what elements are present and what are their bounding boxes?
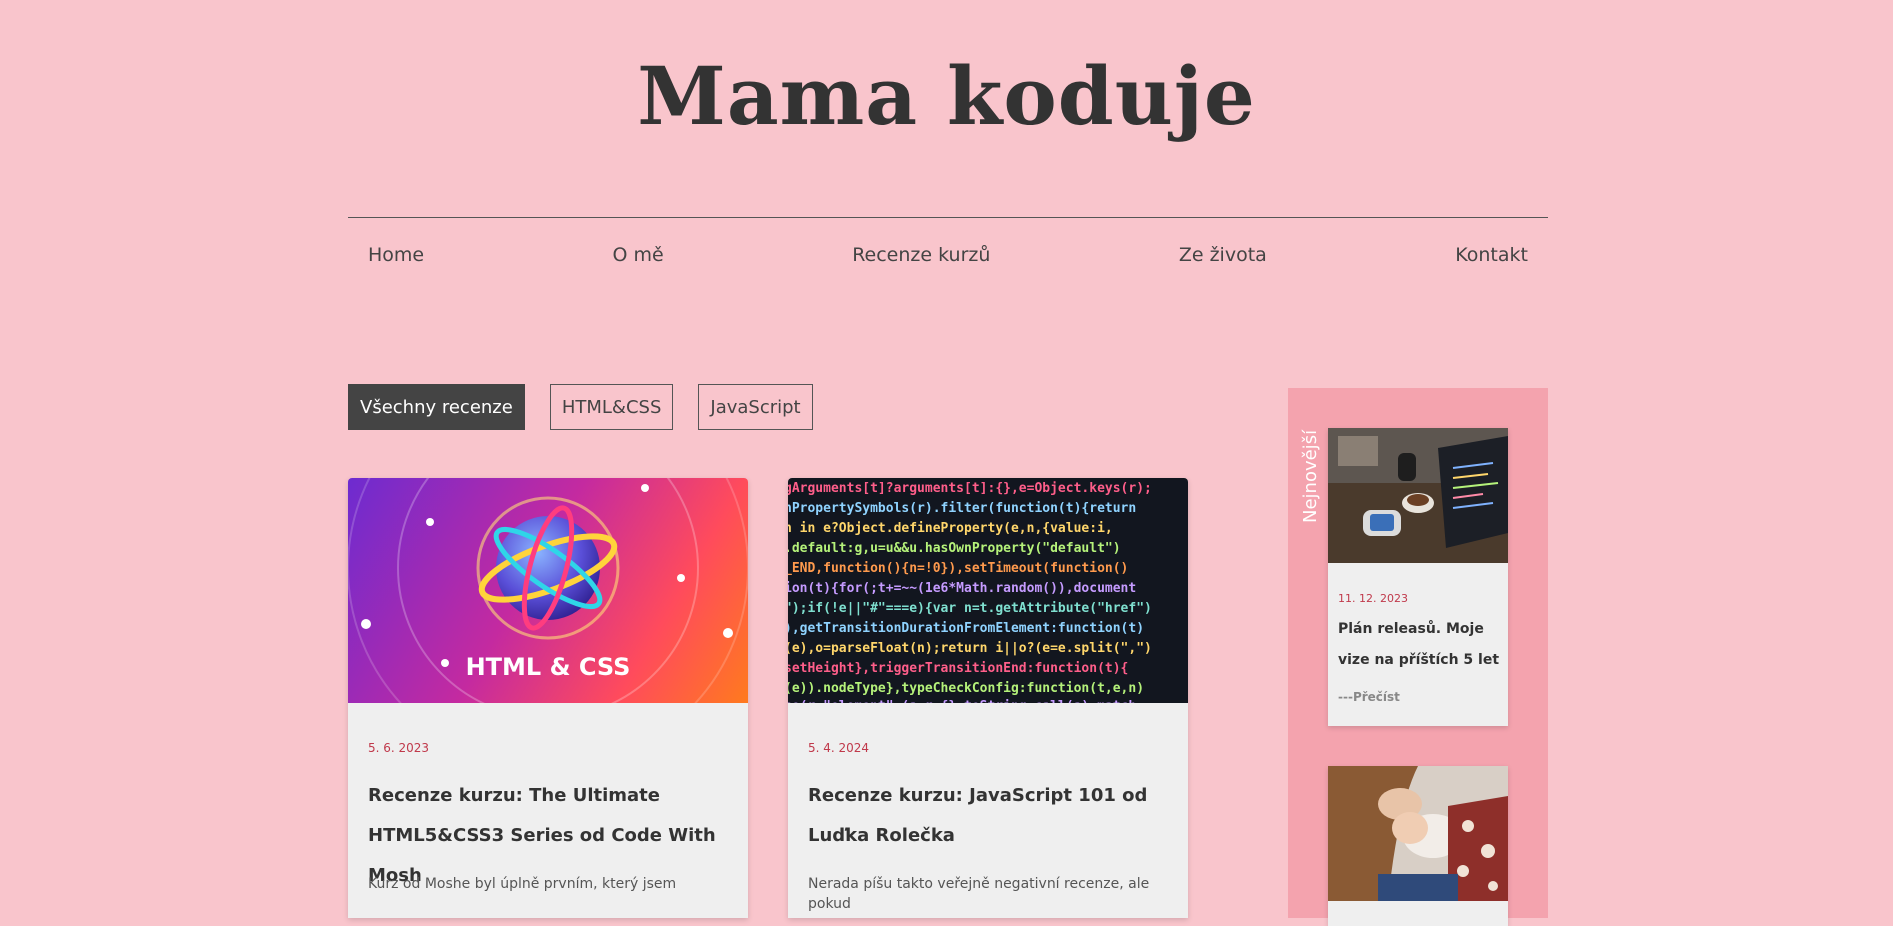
svg-text:gArguments[t]?arguments[t]:{},: gArguments[t]?arguments[t]:{},e=Object.k… [788,481,1152,496]
nav-item-home[interactable]: Home [368,244,424,266]
laptop-desk-graphic [1328,428,1508,563]
baby-photo[interactable] [1328,766,1508,901]
post-date: 5. 6. 2023 [368,741,430,755]
code-screen-image[interactable]: gArguments[t]?arguments[t]:{},e=Object.k… [788,478,1188,703]
main-nav: Home O mě Recenze kurzů Ze života Kontak… [348,244,1548,266]
nav-item-life[interactable]: Ze života [1179,244,1267,266]
post-image-caption: HTML & CSS [465,653,631,681]
post-excerpt: Kurz od Moshe byl úplně prvním, který js… [368,876,677,892]
sidebar-post-title[interactable]: Plán releasů. Moje vize na příštích 5 le… [1338,614,1503,676]
review-filters: Všechny recenze HTML&CSS JavaScript [348,384,813,430]
laptop-desk-photo[interactable] [1328,428,1508,563]
nav-item-contact[interactable]: Kontakt [1455,244,1528,266]
svg-text:ion(t){for(;t+=~~(1e6*Math.ran: ion(t){for(;t+=~~(1e6*Math.random()),doc… [788,581,1136,596]
svg-text:n in e?Object.defineProperty(e: n in e?Object.defineProperty(e,n,{value:… [788,521,1113,536]
site-title[interactable]: Mama koduje [0,56,1893,136]
svg-text:_END,function(){n=!0}),setTime: _END,function(){n=!0}),setTimeout(functi… [788,561,1128,576]
post-card[interactable]: HTML & CSS 5. 6. 2023 Recenze kurzu: The… [348,478,748,918]
sidebar-post-card[interactable] [1328,766,1508,926]
sidebar-label: Nejnovější [1300,429,1321,523]
baby-photo-graphic [1328,766,1508,901]
post-title[interactable]: Recenze kurzu: JavaScript 101 od Luďka R… [808,776,1178,856]
svg-text:(e),o=parseFloat(n);return i||: (e),o=parseFloat(n);return i||o?(e=e.spl… [788,641,1152,656]
svg-text:setHeight},triggerTransitionEn: setHeight},triggerTransitionEnd:function… [788,661,1128,676]
nav-item-about[interactable]: O mě [613,244,664,266]
title-divider [348,217,1548,218]
filter-all-reviews-button[interactable]: Všechny recenze [348,384,525,430]
post-excerpt: Nerada píšu takto veřejně negativní rece… [808,876,1150,912]
post-date: 5. 4. 2024 [808,741,870,755]
svg-text:ce(r="element":(a=r,{}.toStrin: ce(r="element":(a=r,{}.toString.call(a).… [788,699,1136,703]
read-more-link[interactable]: ---Přečíst [1338,690,1400,704]
post-card[interactable]: gArguments[t]?arguments[t]:{},e=Object.k… [788,478,1188,918]
svg-text:(e)).nodeType},typeCheckConfig: (e)).nodeType},typeCheckConfig:function(… [788,681,1144,696]
svg-text:),getTransitionDurationFromEle: ),getTransitionDurationFromElement:funct… [788,621,1144,636]
svg-text:nPropertySymbols(r).filter(fun: nPropertySymbols(r).filter(function(t){r… [788,501,1136,516]
code-lines-graphic: gArguments[t]?arguments[t]:{},e=Object.k… [788,481,1152,703]
post-image-html-css[interactable]: HTML & CSS [348,478,748,703]
filter-html-css-button[interactable]: HTML&CSS [549,384,674,430]
sidebar-post-card[interactable]: 11. 12. 2023 Plán releasů. Moje vize na … [1328,428,1508,726]
sidebar-post-date: 11. 12. 2023 [1338,592,1408,605]
svg-text:.default:g,u=u&&u.hasOwnProper: .default:g,u=u&&u.hasOwnProperty("defaul… [788,541,1121,556]
filter-javascript-button[interactable]: JavaScript [698,384,813,430]
nav-item-course-reviews[interactable]: Recenze kurzů [852,244,990,266]
svg-text:");if(!e||"#"===e){var n=t.get: ");if(!e||"#"===e){var n=t.getAttribute(… [788,601,1152,616]
